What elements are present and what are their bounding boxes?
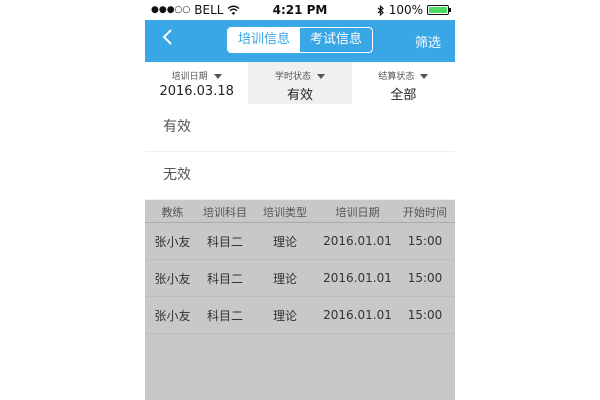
header-subject: 培训科目 [203, 206, 247, 219]
table-row[interactable]: 张小友 科目二 理论 2016.01.01 15:00 [145, 260, 455, 297]
cell-type: 理论 [272, 308, 297, 323]
tab-training-info[interactable]: 培训信息 [228, 28, 300, 52]
option-invalid[interactable]: 无效 [145, 152, 455, 200]
header-coach: 教练 [161, 206, 184, 219]
filter-value: 2016.03.18 [159, 84, 234, 99]
training-table: 教练 培训科目 培训类型 培训日期 开始时间 张小友 科目二 理论 2016.0… [145, 196, 455, 334]
hours-status-dropdown: 有效 无效 [145, 104, 455, 200]
filter-value: 有效 [286, 88, 313, 103]
navigation-bar: 培训信息 考试信息 筛选 [145, 20, 455, 62]
chevron-left-icon [162, 29, 172, 45]
header-type: 培训类型 [263, 206, 307, 219]
filter-value: 全部 [390, 88, 417, 103]
table-row[interactable]: 张小友 科目二 理论 2016.01.01 15:00 [145, 297, 455, 334]
filter-label: 学时状态 [248, 69, 351, 82]
battery-percent: 100% [388, 3, 423, 17]
dropdown-triangle-icon [317, 74, 325, 79]
status-bar: ●●●○○ BELL 4:21 PM 100% [145, 0, 455, 20]
table-row[interactable]: 张小友 科目二 理论 2016.01.01 15:00 [145, 223, 455, 260]
cell-start-time: 15:00 [407, 308, 443, 322]
header-date: 培训日期 [335, 206, 380, 219]
tab-exam-info[interactable]: 考试信息 [300, 28, 372, 52]
status-right: 100% [377, 3, 451, 17]
cell-coach: 张小友 [154, 308, 191, 323]
battery-fill [429, 7, 447, 13]
cell-coach: 张小友 [154, 271, 191, 286]
cell-type: 理论 [272, 271, 297, 286]
cell-subject: 科目二 [206, 271, 243, 286]
filter-training-date[interactable]: 培训日期 2016.03.18 [145, 62, 248, 104]
segmented-control: 培训信息 考试信息 [227, 27, 373, 53]
table-header: 教练 培训科目 培训类型 培训日期 开始时间 [145, 196, 455, 223]
battery-icon [427, 5, 451, 15]
filter-label: 培训日期 [145, 69, 248, 82]
cell-date: 2016.01.01 [323, 271, 392, 285]
cell-subject: 科目二 [206, 308, 243, 323]
cell-start-time: 15:00 [407, 234, 443, 248]
phone-screen: ●●●○○ BELL 4:21 PM 100% 培训信息 考试信息 筛选 培训日… [145, 0, 455, 400]
filter-label: 结算状态 [352, 69, 455, 82]
cell-subject: 科目二 [206, 234, 243, 249]
filter-hours-status[interactable]: 学时状态 有效 [248, 62, 352, 104]
dropdown-triangle-icon [420, 74, 429, 79]
filter-button[interactable]: 筛选 [415, 32, 441, 51]
back-button[interactable] [161, 28, 173, 52]
filter-settlement-status[interactable]: 结算状态 全部 [352, 62, 455, 104]
cell-date: 2016.01.01 [323, 234, 392, 248]
cell-coach: 张小友 [154, 234, 191, 249]
option-valid[interactable]: 有效 [145, 104, 455, 152]
header-start-time: 开始时间 [403, 206, 447, 219]
cell-type: 理论 [272, 234, 297, 249]
cell-start-time: 15:00 [407, 271, 443, 285]
bluetooth-icon [377, 4, 384, 16]
cell-date: 2016.01.01 [323, 308, 392, 322]
filter-row: 培训日期 2016.03.18 学时状态 有效 结算状态 全部 [145, 62, 455, 105]
dropdown-triangle-icon [213, 74, 222, 79]
